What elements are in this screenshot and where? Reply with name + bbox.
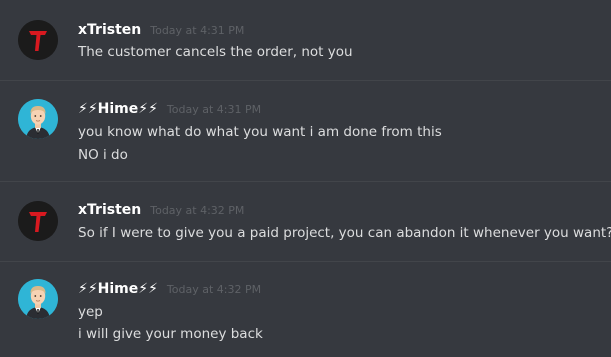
hime-avatar[interactable]: [18, 279, 58, 319]
message-header: xTristen Today at 4:32 PM: [78, 202, 244, 218]
message-group: xTristen Today at 4:31 PM The customer c…: [0, 0, 611, 80]
message-group: ⚡⚡Hime⚡⚡ Today at 4:32 PM yep i will giv…: [0, 262, 611, 357]
message-text: you know what do what you want i am done…: [78, 124, 442, 140]
username[interactable]: ⚡⚡Hime⚡⚡: [78, 281, 158, 297]
username[interactable]: xTristen: [78, 202, 141, 218]
message-header: ⚡⚡Hime⚡⚡ Today at 4:31 PM: [78, 101, 261, 117]
message-text: The customer cancels the order, not you: [78, 44, 353, 60]
message-text: NO i do: [78, 147, 128, 163]
tristen-logo-icon: [18, 20, 58, 60]
tristen-avatar[interactable]: [18, 20, 58, 60]
message-group: ⚡⚡Hime⚡⚡ Today at 4:31 PM you know what …: [0, 81, 611, 181]
message-text: yep: [78, 304, 103, 320]
timestamp: Today at 4:32 PM: [166, 283, 262, 296]
cartoon-man-icon: [18, 99, 58, 139]
username[interactable]: ⚡⚡Hime⚡⚡: [78, 101, 158, 117]
hime-avatar[interactable]: [18, 99, 58, 139]
timestamp: Today at 4:31 PM: [166, 103, 262, 116]
message-text: So if I were to give you a paid project,…: [78, 225, 611, 241]
cartoon-man-icon: [18, 279, 58, 319]
tristen-avatar[interactable]: [18, 201, 58, 241]
timestamp: Today at 4:32 PM: [150, 204, 245, 217]
tristen-logo-icon: [18, 201, 58, 241]
username[interactable]: xTristen: [78, 22, 141, 38]
message-header: xTristen Today at 4:31 PM: [78, 22, 244, 38]
timestamp: Today at 4:31 PM: [150, 24, 245, 37]
message-header: ⚡⚡Hime⚡⚡ Today at 4:32 PM: [78, 281, 261, 297]
message-text: i will give your money back: [78, 326, 263, 342]
message-group: xTristen Today at 4:32 PM So if I were t…: [0, 182, 611, 261]
